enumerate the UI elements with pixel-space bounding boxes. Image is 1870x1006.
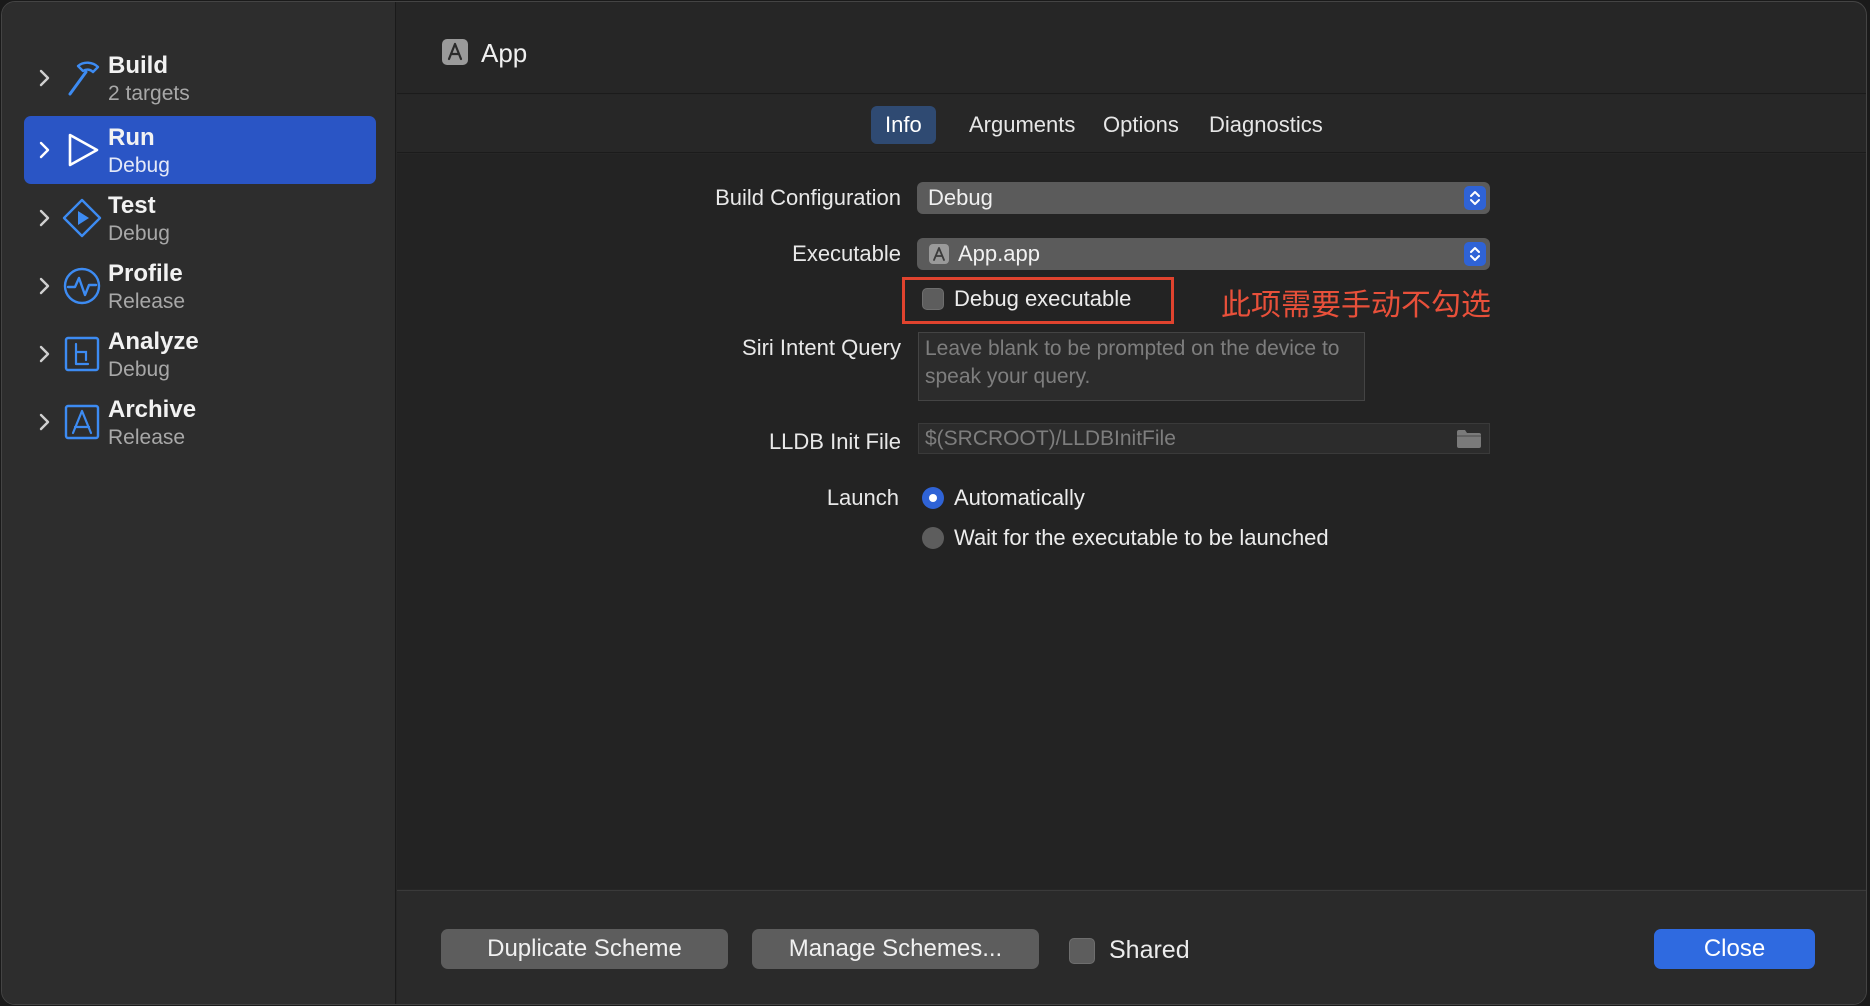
sheet-footer: Duplicate Scheme Manage Schemes... Share… xyxy=(397,890,1866,1004)
launch-wait-radio[interactable] xyxy=(922,527,944,549)
sidebar-item-subtitle: 2 targets xyxy=(108,82,190,105)
chevron-right-icon[interactable] xyxy=(32,274,56,298)
tab-info[interactable]: Info xyxy=(871,106,936,144)
shared-checkbox[interactable] xyxy=(1069,938,1095,964)
analyze-icon xyxy=(64,336,100,372)
sidebar-item-title: Profile xyxy=(108,260,183,287)
sidebar-item-subtitle: Release xyxy=(108,426,186,449)
shared-label[interactable]: Shared xyxy=(1109,936,1190,965)
sidebar-item-profile[interactable]: Profile Release xyxy=(24,252,376,320)
sidebar-item-run[interactable]: Run Debug xyxy=(24,116,376,184)
chevron-right-icon[interactable] xyxy=(32,138,56,162)
hammer-icon xyxy=(68,61,100,96)
chevron-right-icon[interactable] xyxy=(32,206,56,230)
launch-label: Launch xyxy=(826,485,899,510)
page-title: App xyxy=(481,38,528,68)
executable-popup[interactable]: App.app xyxy=(917,238,1490,270)
lldb-init-file-placeholder: $(SRCROOT)/LLDBInitFile xyxy=(925,427,1176,450)
play-icon xyxy=(68,133,99,167)
debug-executable-label[interactable]: Debug executable xyxy=(954,286,1131,312)
build-configuration-popup[interactable]: Debug xyxy=(917,182,1490,214)
sidebar-item-test[interactable]: Test Debug xyxy=(24,184,376,252)
tab-bar: Info Arguments Options Diagnostics xyxy=(397,95,1866,153)
siri-intent-query-label: Siri Intent Query xyxy=(742,335,901,360)
launch-wait-label[interactable]: Wait for the executable to be launched xyxy=(954,525,1329,551)
sidebar-item-title: Analyze xyxy=(108,328,199,355)
sidebar-item-subtitle: Debug xyxy=(108,222,170,245)
form-labels: Build Configuration Executable Siri Inte… xyxy=(397,154,901,889)
app-icon xyxy=(442,39,468,65)
archive-icon xyxy=(64,404,100,440)
sidebar-item-archive[interactable]: Archive Release xyxy=(24,388,376,456)
tab-options[interactable]: Options xyxy=(1089,106,1193,144)
chevron-right-icon[interactable] xyxy=(32,342,56,366)
scheme-actions-sidebar: Build 2 targets Run Debug Test Debug Pro… xyxy=(2,2,396,1004)
sidebar-item-build[interactable]: Build 2 targets xyxy=(24,44,376,112)
sidebar-item-analyze[interactable]: Analyze Debug xyxy=(24,320,376,388)
lldb-init-file-label: LLDB Init File xyxy=(768,429,901,454)
duplicate-scheme-button[interactable]: Duplicate Scheme xyxy=(441,929,728,969)
launch-automatically-label[interactable]: Automatically xyxy=(954,485,1085,511)
build-configuration-value: Debug xyxy=(928,185,993,210)
lldb-init-file-input[interactable]: $(SRCROOT)/LLDBInitFile xyxy=(918,423,1490,454)
scheme-editor-window: Build 2 targets Run Debug Test Debug Pro… xyxy=(1,1,1867,1005)
sidebar-item-title: Test xyxy=(108,192,156,219)
debug-executable-checkbox[interactable] xyxy=(922,288,944,310)
executable-value: App.app xyxy=(958,241,1040,266)
scheme-detail-pane: App Info Arguments Options Diagnostics B… xyxy=(397,2,1866,1004)
siri-intent-query-input[interactable]: Leave blank to be prompted on the device… xyxy=(918,332,1365,401)
sidebar-item-subtitle: Release xyxy=(108,290,186,313)
sidebar-item-subtitle: Debug xyxy=(108,358,170,381)
tab-diagnostics[interactable]: Diagnostics xyxy=(1195,106,1337,144)
build-configuration-label: Build Configuration xyxy=(715,185,901,210)
sidebar-item-title: Run xyxy=(108,124,155,151)
tab-arguments[interactable]: Arguments xyxy=(955,106,1089,144)
app-icon xyxy=(929,244,949,264)
close-button[interactable]: Close xyxy=(1654,929,1815,969)
pulse-icon xyxy=(63,267,101,305)
executable-label: Executable xyxy=(792,241,901,266)
chevron-right-icon[interactable] xyxy=(32,410,56,434)
chevron-right-icon[interactable] xyxy=(32,66,56,90)
scheme-header: App xyxy=(397,2,1866,94)
sidebar-item-title: Build xyxy=(108,52,168,79)
sidebar-item-title: Archive xyxy=(108,396,197,423)
annotation-text: 此项需要手动不勾选 xyxy=(1221,288,1491,323)
launch-automatically-radio[interactable] xyxy=(922,487,944,509)
manage-schemes-button[interactable]: Manage Schemes... xyxy=(752,929,1039,969)
folder-icon[interactable] xyxy=(1456,429,1482,449)
up-down-arrows-icon xyxy=(1464,186,1486,210)
diamond-play-icon xyxy=(62,198,102,238)
info-tab-content: Build Configuration Executable Siri Inte… xyxy=(397,154,1866,889)
sidebar-item-subtitle: Debug xyxy=(108,154,170,177)
up-down-arrows-icon xyxy=(1464,242,1486,266)
